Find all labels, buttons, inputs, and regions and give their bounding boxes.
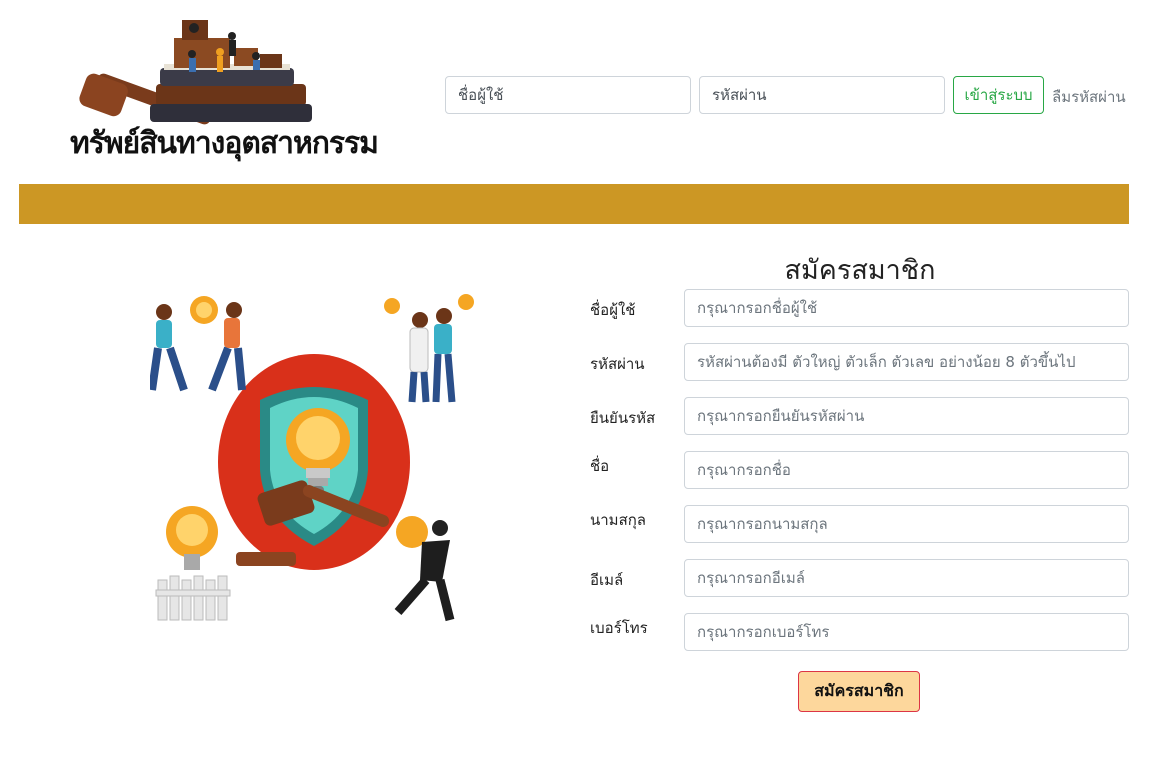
password-field[interactable] [684,343,1129,381]
label-username: ชื่อผู้ใช้ [590,301,636,319]
last-name-field[interactable] [684,505,1129,543]
label-last-name: นามสกุล [590,511,646,529]
register-submit-button[interactable]: สมัครสมาชิก [798,671,920,712]
header-banner [19,184,1129,224]
intellectual-property-illustration [150,294,474,622]
register-title: สมัครสมาชิก [784,255,936,286]
label-confirm-password: ยืนยันรหัส [590,409,656,427]
phone-field[interactable] [684,613,1129,651]
email-field[interactable] [684,559,1129,597]
label-phone: เบอร์โทร [590,619,648,637]
login-password-input[interactable] [699,76,945,114]
illustration [150,290,480,630]
logo-text: ทรัพย์สินทางอุตสาหกรรม [69,125,379,162]
site-logo[interactable]: ทรัพย์สินทางอุตสาหกรรม [64,14,380,174]
username-field[interactable] [684,289,1129,327]
login-username-input[interactable] [445,76,691,114]
first-name-field[interactable] [684,451,1129,489]
forgot-password-link[interactable]: ลืมรหัสผ่าน [1052,85,1126,109]
label-password: รหัสผ่าน [590,355,645,373]
confirm-password-field[interactable] [684,397,1129,435]
label-first-name: ชื่อ [590,457,610,475]
label-email: อีเมล์ [590,571,624,589]
login-button[interactable]: เข้าสู่ระบบ [953,76,1044,114]
